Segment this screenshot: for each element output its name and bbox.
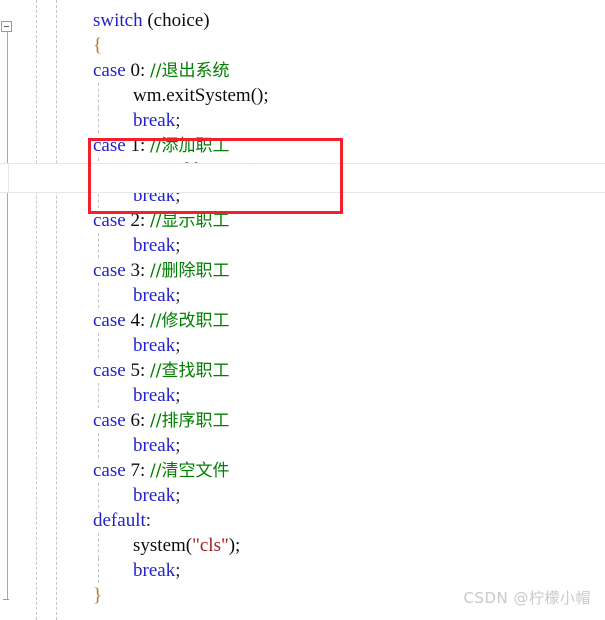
code-line[interactable]: wm.Add_Emp(); xyxy=(0,158,605,183)
code-token-plain: wm.Add_Emp(); xyxy=(133,160,263,181)
code-token-plain: 6: xyxy=(125,410,150,431)
code-token-plain: 4: xyxy=(125,310,150,331)
code-token-punct: ; xyxy=(175,235,181,256)
code-token-kw: break xyxy=(133,435,176,456)
code-token-punct: : xyxy=(145,510,152,531)
code-token-kw: case xyxy=(93,410,126,431)
code-line[interactable]: case 5: //查找职工 xyxy=(0,358,605,383)
code-token-kw: break xyxy=(133,335,176,356)
code-text-area[interactable]: switch (choice){case 0: //退出系统 wm.exitSys… xyxy=(0,8,605,608)
code-line[interactable]: break; xyxy=(0,483,605,508)
code-editor[interactable]: switch (choice){case 0: //退出系统 wm.exitSys… xyxy=(0,0,605,620)
code-token-plain: system( xyxy=(133,535,193,556)
code-token-kw: break xyxy=(133,185,176,206)
code-token-kw: break xyxy=(133,285,176,306)
code-line[interactable]: break; xyxy=(0,333,605,358)
code-token-plain: 5: xyxy=(125,360,150,381)
code-token-plain: wm.exitSystem(); xyxy=(133,85,269,106)
code-line[interactable]: case 2: //显示职工 xyxy=(0,208,605,233)
code-line[interactable]: case 4: //修改职工 xyxy=(0,308,605,333)
code-token-punct: ; xyxy=(175,335,181,356)
code-token-kw: break xyxy=(133,110,176,131)
code-line[interactable]: break; xyxy=(0,183,605,208)
code-line[interactable]: default: xyxy=(0,508,605,533)
code-token-kw: case xyxy=(93,210,126,231)
code-line[interactable]: switch (choice) xyxy=(0,8,605,33)
code-token-plain: 3: xyxy=(125,260,150,281)
code-line[interactable]: break; xyxy=(0,108,605,133)
code-token-kw: case xyxy=(93,460,126,481)
code-token-plain: 0: xyxy=(125,60,150,81)
code-line[interactable]: break; xyxy=(0,383,605,408)
code-token-brace: { xyxy=(93,35,103,56)
code-line[interactable]: case 7: //清空文件 xyxy=(0,458,605,483)
code-token-kw: case xyxy=(93,360,126,381)
code-token-cmt: //显示职工 xyxy=(149,211,230,231)
code-token-cmt: //排序职工 xyxy=(149,411,230,431)
code-line[interactable]: break; xyxy=(0,558,605,583)
code-token-cmt: //修改职工 xyxy=(149,311,230,331)
code-token-str: "cls" xyxy=(192,535,229,556)
code-token-kw: break xyxy=(133,485,176,506)
code-token-kw: default xyxy=(93,510,146,531)
code-token-punct: ; xyxy=(175,385,181,406)
code-token-plain: 7: xyxy=(125,460,150,481)
code-token-kw: case xyxy=(93,310,126,331)
code-token-kw: break xyxy=(133,385,176,406)
code-line[interactable]: break; xyxy=(0,233,605,258)
code-token-kw: case xyxy=(93,60,126,81)
code-token-plain: ); xyxy=(228,535,241,556)
code-token-punct: ; xyxy=(175,435,181,456)
code-line[interactable]: case 6: //排序职工 xyxy=(0,408,605,433)
code-line[interactable]: case 1: //添加职工 xyxy=(0,133,605,158)
code-token-plain: 2: xyxy=(125,210,150,231)
code-line[interactable]: case 0: //退出系统 xyxy=(0,58,605,83)
code-token-brace: } xyxy=(93,585,103,606)
code-line[interactable]: wm.exitSystem(); xyxy=(0,83,605,108)
code-line[interactable]: system("cls"); xyxy=(0,533,605,558)
code-token-plain: 1: xyxy=(125,135,150,156)
code-line[interactable]: break; xyxy=(0,433,605,458)
code-token-cmt: //查找职工 xyxy=(149,361,230,381)
code-token-cmt: //添加职工 xyxy=(149,136,230,156)
code-line[interactable]: case 3: //删除职工 xyxy=(0,258,605,283)
csdn-watermark: CSDN @柠檬小帽 xyxy=(463,589,591,607)
code-token-punct: ; xyxy=(175,185,181,206)
code-token-punct: ; xyxy=(175,485,181,506)
code-token-cmt: //清空文件 xyxy=(149,461,230,481)
code-token-kw: case xyxy=(93,135,126,156)
code-token-kw: switch xyxy=(93,10,143,31)
code-token-kw: break xyxy=(133,235,176,256)
code-line[interactable]: { xyxy=(0,33,605,58)
code-token-kw: break xyxy=(133,560,176,581)
code-token-kw: case xyxy=(93,260,126,281)
code-token-cmt: //退出系统 xyxy=(149,61,230,81)
code-token-punct: ; xyxy=(175,560,181,581)
code-token-punct: ; xyxy=(175,285,181,306)
code-line[interactable]: break; xyxy=(0,283,605,308)
code-token-plain: (choice) xyxy=(142,10,210,31)
code-token-cmt: //删除职工 xyxy=(149,261,230,281)
code-token-punct: ; xyxy=(175,110,181,131)
